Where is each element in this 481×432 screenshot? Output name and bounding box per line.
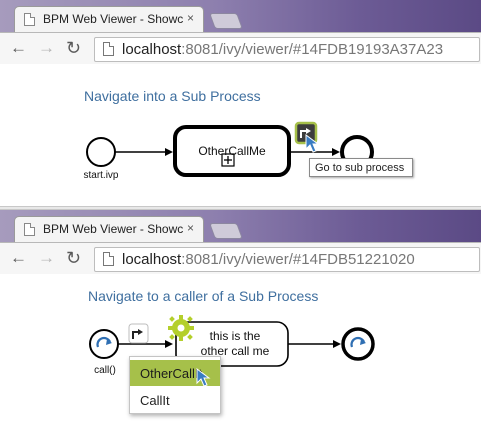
browser-panel-bottom: BPM Web Viewer - Showc × ← → ↻ localhost…	[0, 210, 481, 432]
cursor-pointer-icon	[305, 134, 320, 153]
tooltip: Go to sub process	[309, 158, 413, 177]
task-label-line-1: this is the	[209, 329, 261, 343]
jump-to-caller-icon[interactable]	[128, 323, 149, 344]
start-event[interactable]	[86, 137, 116, 167]
flow-arrowhead	[333, 340, 341, 348]
cursor-pointer-icon	[196, 368, 211, 387]
start-event-label: start.ivp	[83, 170, 119, 181]
flow-arrowhead	[165, 340, 173, 348]
end-event[interactable]	[341, 327, 375, 361]
subprocess-label: OtherCallMe	[198, 144, 266, 158]
start-event-label: call()	[94, 365, 116, 376]
process-diagram	[89, 315, 375, 367]
start-event[interactable]	[89, 329, 119, 359]
browser-panel-top: BPM Web Viewer - Showc × ← → ↻ localhost…	[0, 0, 481, 206]
flow-arrowhead	[332, 148, 340, 156]
menu-item-callit[interactable]: CallIt	[130, 387, 220, 413]
gear-icon	[168, 315, 194, 341]
flow-arrowhead	[165, 148, 173, 156]
